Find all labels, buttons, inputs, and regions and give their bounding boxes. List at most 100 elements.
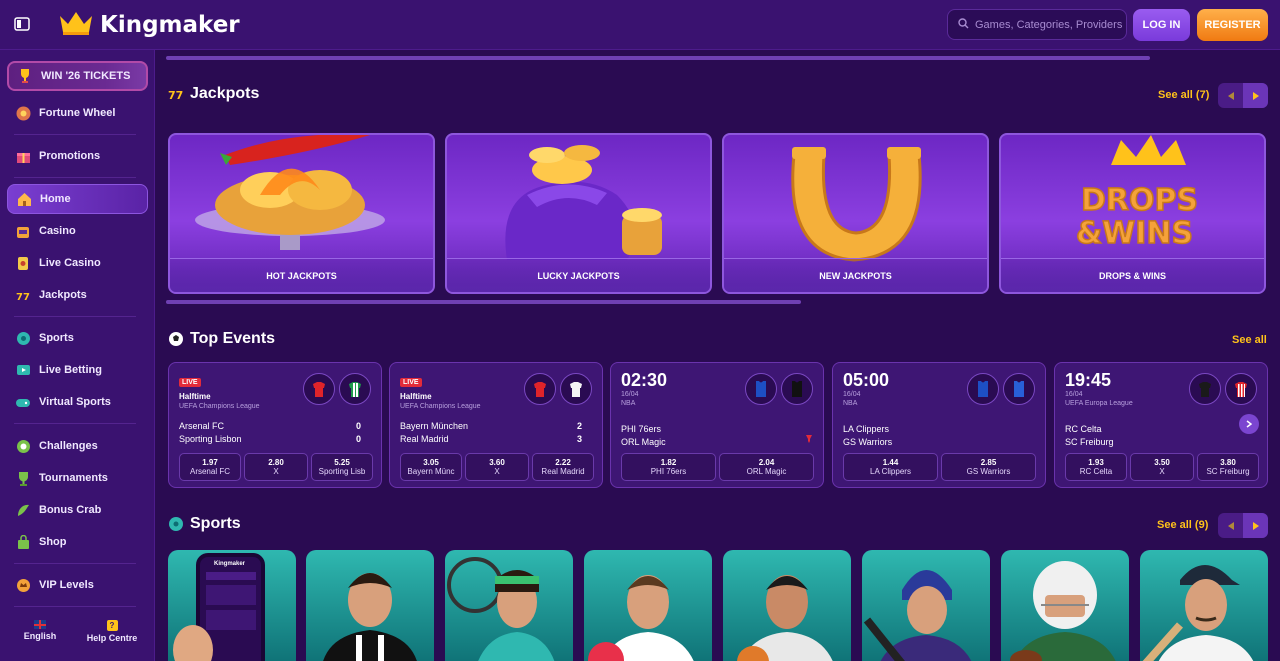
odds-price: 3.05 bbox=[423, 458, 439, 467]
top-events-see-all-link[interactable]: See all bbox=[1232, 334, 1267, 346]
sidebar-item-virtual-sports[interactable]: Virtual Sports bbox=[7, 387, 148, 417]
sidebar-item-vip-levels[interactable]: VIP Levels bbox=[7, 570, 148, 600]
jackpot-card-hot[interactable]: HOT JACKPOTS bbox=[168, 133, 435, 294]
real-madrid-shirt-icon bbox=[560, 373, 592, 405]
sidebar-item-win-26-tickets[interactable]: WIN '26 TICKETS bbox=[7, 61, 148, 91]
sidebar-item-jackpots[interactable]: 77 Jackpots bbox=[7, 280, 148, 310]
odds-button[interactable]: 5.25 Sporting Lisb bbox=[311, 453, 373, 481]
sidebar-item-shop[interactable]: Shop bbox=[7, 527, 148, 557]
odds-button[interactable]: 1.93 RC Celta bbox=[1065, 453, 1127, 481]
jackpot-card-lucky[interactable]: LUCKY JACKPOTS bbox=[445, 133, 712, 294]
sidebar-item-label: Virtual Sports bbox=[39, 396, 111, 408]
sports-card-baseball[interactable] bbox=[1140, 550, 1268, 661]
odds-label: Real Madrid bbox=[541, 467, 585, 476]
odds-button[interactable]: 3.05 Bayern Münc bbox=[400, 453, 462, 481]
cup-icon bbox=[15, 470, 31, 486]
sidebar-item-live-casino[interactable]: Live Casino bbox=[7, 248, 148, 278]
sidebar-item-fortune-wheel[interactable]: Fortune Wheel bbox=[7, 98, 148, 128]
76ers-jersey-icon bbox=[745, 373, 777, 405]
register-button[interactable]: REGISTER bbox=[1197, 9, 1268, 41]
odds-button[interactable]: 2.85 GS Warriors bbox=[941, 453, 1036, 481]
sidebar-item-live-betting[interactable]: Live Betting bbox=[7, 355, 148, 385]
event-card[interactable]: 05:00 16/04 NBA LA Clippers GS Warriors … bbox=[832, 362, 1046, 488]
next-arrow-button[interactable] bbox=[1243, 513, 1268, 538]
sports-card-basketball[interactable] bbox=[723, 550, 851, 661]
odds-button[interactable]: 3.80 SC Freiburg bbox=[1197, 453, 1259, 481]
alert-pin-icon bbox=[805, 431, 813, 449]
sidebar-item-sports[interactable]: Sports bbox=[7, 323, 148, 353]
sidebar-divider bbox=[14, 606, 136, 607]
sports-see-all-link[interactable]: See all (9) bbox=[1157, 519, 1208, 531]
odds-button[interactable]: 2.80 X bbox=[244, 453, 308, 481]
odds-label: ORL Magic bbox=[746, 467, 787, 476]
event-card[interactable]: LIVE Halftime UEFA Champions League Baye… bbox=[389, 362, 603, 488]
odds-label: RC Celta bbox=[1079, 467, 1113, 476]
odds-label: X bbox=[1159, 467, 1165, 476]
american-football-player-image bbox=[1010, 561, 1116, 661]
jackpots-carousel-arrows bbox=[1218, 83, 1268, 108]
sidebar-toggle-icon[interactable] bbox=[14, 16, 30, 32]
jackpot-card-drops-wins[interactable]: DROPS &WINS DROPS & WINS bbox=[999, 133, 1266, 294]
sidebar-item-casino[interactable]: Casino bbox=[7, 216, 148, 246]
horizontal-scrollbar[interactable] bbox=[166, 56, 1150, 60]
search-input[interactable] bbox=[975, 18, 1125, 31]
odds-button[interactable]: 2.04 ORL Magic bbox=[719, 453, 814, 481]
bayern-shirt-icon bbox=[524, 373, 556, 405]
odds-price: 3.80 bbox=[1220, 458, 1236, 467]
prev-arrow-button[interactable] bbox=[1218, 83, 1243, 108]
event-card[interactable]: 19:45 16/04 UEFA Europa League RC Celta … bbox=[1054, 362, 1268, 488]
sports-card-ice-hockey[interactable] bbox=[862, 550, 990, 661]
odds-price: 1.44 bbox=[882, 458, 899, 467]
sports-card-mobile-app[interactable]: Kingmaker bbox=[168, 550, 296, 661]
sidebar-item-bonus-crab[interactable]: Bonus Crab bbox=[7, 495, 148, 525]
odds-button[interactable]: 1.44 LA Clippers bbox=[843, 453, 938, 481]
brand-name: Kingmaker bbox=[100, 12, 240, 38]
sidebar-item-tournaments[interactable]: Tournaments bbox=[7, 463, 148, 493]
events-next-button[interactable] bbox=[1239, 414, 1259, 434]
sports-card-padel[interactable] bbox=[584, 550, 712, 661]
search-box[interactable] bbox=[947, 9, 1127, 40]
sports-card-football[interactable] bbox=[306, 550, 434, 661]
odds-price: 1.97 bbox=[202, 458, 218, 467]
lucky-coins-bag-image bbox=[505, 145, 662, 260]
jackpots-see-all-link[interactable]: See all (7) bbox=[1158, 89, 1209, 101]
team-kits bbox=[299, 373, 371, 405]
sports-card-tennis[interactable] bbox=[445, 550, 573, 661]
soccer-ball-icon bbox=[168, 331, 184, 347]
odds-label: SC Freiburg bbox=[1206, 467, 1250, 476]
sports-card-american-football[interactable] bbox=[1001, 550, 1129, 661]
live-icon bbox=[15, 362, 31, 378]
sidebar-item-label: Live Betting bbox=[39, 364, 102, 376]
padel-player-image bbox=[588, 575, 694, 661]
home-team: LA Clippers bbox=[843, 424, 890, 434]
login-button[interactable]: LOG IN bbox=[1133, 9, 1190, 41]
logo[interactable]: Kingmaker bbox=[58, 9, 240, 41]
odds-price: 2.85 bbox=[980, 458, 997, 467]
sports-icon bbox=[168, 516, 184, 532]
odds-button[interactable]: 1.97 Arsenal FC bbox=[179, 453, 241, 481]
sidebar-item-promotions[interactable]: Promotions bbox=[7, 141, 148, 171]
odds-price: 2.80 bbox=[268, 458, 284, 467]
gift-icon bbox=[15, 148, 31, 164]
odds-price: 1.93 bbox=[1088, 458, 1104, 467]
sidebar-divider bbox=[14, 134, 136, 135]
sidebar-item-home[interactable]: Home bbox=[7, 184, 148, 214]
odds-button[interactable]: 1.82 PHI 76ers bbox=[621, 453, 716, 481]
football-player-image bbox=[323, 573, 417, 661]
help-centre-link[interactable]: ? Help Centre bbox=[80, 620, 144, 643]
odds-button[interactable]: 3.60 X bbox=[465, 453, 529, 481]
sidebar-item-label: Bonus Crab bbox=[39, 504, 102, 516]
jackpot-card-new[interactable]: NEW JACKPOTS bbox=[722, 133, 989, 294]
sidebar-item-label: Challenges bbox=[39, 440, 98, 452]
ball-icon bbox=[15, 330, 31, 346]
event-card[interactable]: LIVE Halftime UEFA Champions League Arse… bbox=[168, 362, 382, 488]
sidebar-item-label: Jackpots bbox=[39, 289, 87, 301]
next-arrow-button[interactable] bbox=[1243, 83, 1268, 108]
event-card[interactable]: 02:30 16/04 NBA PHI 76ers ORL Magic 1.82… bbox=[610, 362, 824, 488]
odds-button[interactable]: 2.22 Real Madrid bbox=[532, 453, 594, 481]
language-selector[interactable]: English bbox=[20, 620, 60, 641]
prev-arrow-button[interactable] bbox=[1218, 513, 1243, 538]
odds-button[interactable]: 3.50 X bbox=[1130, 453, 1194, 481]
sidebar-item-challenges[interactable]: Challenges bbox=[7, 431, 148, 461]
jackpots-scrollbar[interactable] bbox=[166, 300, 801, 304]
